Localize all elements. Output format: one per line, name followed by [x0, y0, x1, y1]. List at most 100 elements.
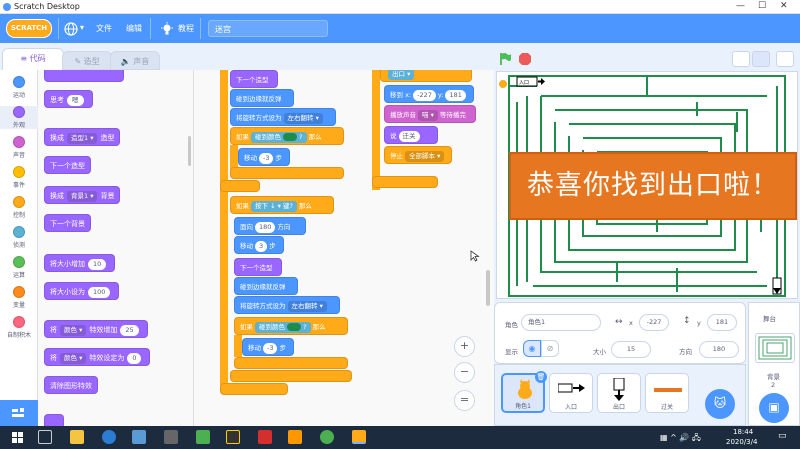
lightbulb-icon[interactable] — [160, 22, 174, 36]
category-my-blocks[interactable]: 自制积木 — [0, 316, 38, 339]
tab-sounds[interactable]: 🔈 声音 — [110, 51, 160, 70]
tray-icons[interactable]: ▦ ^ 🔊 🖧 — [660, 432, 701, 446]
palette-block-set-size[interactable]: 将大小设为 100 — [44, 282, 120, 300]
direction-input[interactable]: 180 — [699, 341, 739, 358]
if-exit-block[interactable]: 出口 ▾ — [380, 70, 472, 82]
palette-block-think[interactable]: 思考嗯 — [44, 90, 93, 108]
file-menu[interactable]: 文件 — [96, 23, 112, 34]
size-input[interactable]: 15 — [611, 341, 651, 358]
task-view-icon[interactable] — [38, 430, 52, 444]
point-direction-block[interactable]: 面向 180 方向 — [234, 217, 306, 235]
tab-costumes[interactable]: ✎ 造型 — [62, 51, 112, 70]
set-rotation-block[interactable]: 将旋转方式设为 左右翻转 ▾ — [230, 108, 336, 126]
add-backdrop-button[interactable]: ▣ — [759, 393, 789, 423]
palette-block[interactable] — [44, 414, 64, 426]
scratch-logo[interactable]: SCRATCH — [6, 19, 52, 38]
minimize-button[interactable]: — — [736, 1, 745, 11]
stop-icon[interactable] — [518, 52, 532, 66]
zoom-in-button[interactable]: + — [454, 336, 475, 357]
category-operators[interactable]: 运算 — [0, 256, 38, 279]
category-events[interactable]: 事件 — [0, 166, 38, 189]
add-extension-button[interactable] — [0, 400, 38, 426]
fullscreen-button[interactable] — [776, 51, 794, 67]
android-icon[interactable] — [196, 430, 210, 444]
zoom-reset-button[interactable]: = — [454, 390, 475, 411]
move-block[interactable]: 移动 3 步 — [234, 236, 284, 254]
delete-sprite-icon[interactable]: 🗑 — [535, 371, 547, 383]
next-costume-block[interactable]: 下一个造型 — [230, 70, 278, 88]
windows-start-icon[interactable] — [12, 432, 24, 444]
palette-block-switch-backdrop[interactable]: 换成 背景1 ▾ 背景 — [44, 186, 121, 204]
app-icon[interactable] — [132, 430, 146, 444]
sprite-name-input[interactable]: 角色1 — [521, 314, 601, 331]
goto-xy-block[interactable]: 移到 x: -227 y: 181 — [384, 85, 474, 103]
move-block[interactable]: 移动 -3 步 — [242, 338, 294, 356]
next-costume-block[interactable]: 下一个造型 — [234, 258, 282, 276]
color-swatch[interactable] — [287, 323, 302, 331]
file-explorer-icon[interactable] — [70, 430, 84, 444]
edge-icon[interactable] — [102, 430, 116, 444]
tutorials-menu[interactable]: 教程 — [178, 23, 194, 34]
palette-block-clear-effects[interactable]: 清除图形特效 — [44, 376, 98, 394]
calculator-icon[interactable] — [164, 430, 178, 444]
category-control[interactable]: 控制 — [0, 196, 38, 219]
chrome-icon[interactable] — [320, 430, 334, 444]
play-sound-block[interactable]: 播放声音喵 ▾ 等待播完 — [384, 105, 476, 123]
script-scrollbar[interactable] — [486, 270, 490, 306]
chevron-down-icon[interactable]: ▾ — [80, 23, 84, 32]
scratch-taskbar-icon[interactable] — [352, 430, 366, 444]
sprite-thumb-pass[interactable]: 过关 — [645, 373, 689, 413]
control-c-block-arm[interactable] — [220, 70, 228, 388]
normal-stage-button[interactable] — [752, 51, 770, 67]
category-motion[interactable]: 运动 — [0, 76, 38, 99]
category-sensing[interactable]: 侦测 — [0, 226, 38, 249]
say-block[interactable]: 说迁关 — [384, 126, 438, 144]
set-rotation-block[interactable]: 将旋转方式设为 左右翻转 ▾ — [234, 296, 340, 314]
zoom-out-button[interactable]: − — [454, 362, 475, 383]
edit-menu[interactable]: 编辑 — [126, 23, 142, 34]
category-sound[interactable]: 声音 — [0, 136, 38, 159]
sprite-thumb-exit[interactable]: 出口 — [597, 373, 641, 413]
sublime-icon[interactable] — [288, 430, 302, 444]
palette-block-change-size[interactable]: 将大小增加 10 — [44, 254, 116, 272]
show-hidden-button[interactable]: ⊘ — [541, 340, 559, 357]
bounce-block[interactable]: 碰到边缘就反弹 — [234, 277, 298, 295]
palette-block-change-effect[interactable]: 将颜色 ▾ 特效增加 25 — [44, 320, 148, 338]
if-block[interactable]: 如果 碰到颜色 ? 那么 — [234, 317, 348, 335]
category-looks[interactable]: 外观 — [0, 106, 38, 129]
clock-date[interactable]: 2020/3/4 — [726, 438, 757, 446]
add-sprite-button[interactable]: 🐱 — [705, 389, 735, 419]
color-swatch[interactable] — [283, 133, 298, 141]
palette-block-next-backdrop[interactable]: 下一个背景 — [44, 214, 91, 232]
close-button[interactable]: ✕ — [780, 1, 788, 11]
if-block[interactable]: 如果 碰到颜色 ? 那么 — [230, 127, 344, 145]
palette-block-switch-costume[interactable]: 换成 造型1 ▾ 造型 — [44, 128, 121, 146]
stop-block[interactable]: 停止 全部脚本 ▾ — [384, 146, 452, 164]
y-input[interactable]: 181 — [707, 314, 737, 331]
bounce-block[interactable]: 碰到边缘就反弹 — [230, 89, 294, 107]
if-key-block[interactable]: 如果 按下 ↓ ▾ 键? 那么 — [230, 196, 334, 214]
x-input[interactable]: -227 — [639, 314, 669, 331]
clock-time[interactable]: 18:44 — [733, 428, 753, 436]
palette-block-set-effect[interactable]: 将颜色 ▾ 特效设定为 0 — [44, 348, 151, 366]
small-stage-button[interactable] — [732, 51, 750, 67]
sprite-thumb-cat[interactable]: 角色1 🗑 — [501, 371, 547, 413]
maximize-button[interactable]: ☐ — [758, 1, 766, 11]
category-variables[interactable]: 变量 — [0, 286, 38, 309]
stage-selector[interactable]: 舞台 背景 2 ▣ — [748, 302, 800, 426]
move-block[interactable]: 移动 -3 步 — [238, 148, 290, 166]
notification-icon[interactable]: ▭ — [778, 431, 787, 441]
palette-block[interactable] — [44, 70, 124, 82]
show-visible-button[interactable]: ◉ — [523, 340, 541, 357]
tab-code[interactable]: ≡ 代码 — [2, 48, 64, 70]
project-title-input[interactable]: 迷宫 — [208, 20, 328, 37]
fireworks-icon[interactable] — [226, 430, 240, 444]
sprite-thumb-entrance[interactable]: 入口 — [549, 373, 593, 413]
palette-scrollbar[interactable] — [188, 136, 191, 166]
green-flag-icon[interactable] — [498, 52, 512, 66]
globe-icon[interactable] — [64, 22, 78, 36]
stage-canvas[interactable]: 入口 恭喜你找到出口啦！ — [496, 71, 798, 299]
app-icon[interactable] — [258, 430, 272, 444]
backdrop-thumbnail[interactable] — [755, 333, 795, 363]
palette-block-next-costume[interactable]: 下一个造型 — [44, 156, 91, 174]
